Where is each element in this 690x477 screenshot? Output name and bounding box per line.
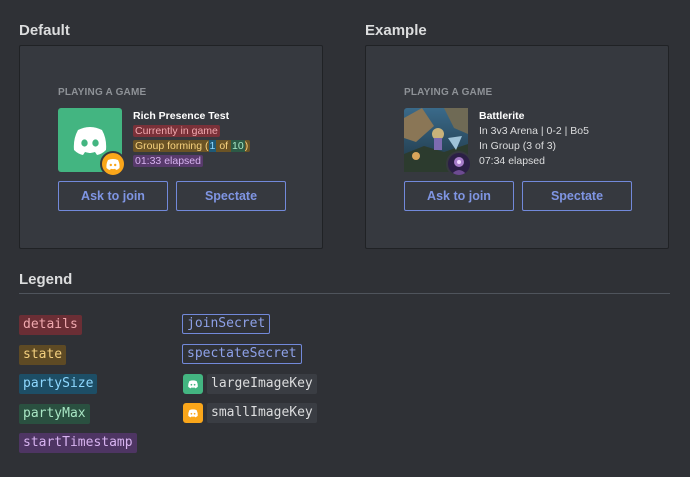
- legend-join-secret: joinSecret: [182, 314, 271, 334]
- character-portrait-icon: [448, 153, 470, 175]
- example-section-title: Example: [365, 22, 427, 39]
- game-name: Rich Presence Test: [133, 110, 230, 122]
- elapsed-text: 01:33 elapsed: [133, 155, 203, 167]
- legend-party-size: partySize: [19, 374, 98, 394]
- default-presence-card: PLAYING A GAME Rich Presence Test Curren…: [19, 45, 323, 249]
- discord-logo-icon: [188, 380, 198, 389]
- details-text: In 3v3 Arena | 0-2 | Bo5: [479, 125, 589, 137]
- small-image-swatch-icon: [183, 403, 203, 423]
- elapsed-text: 07:34 elapsed: [479, 155, 545, 167]
- legend-details: details: [19, 315, 82, 335]
- state-text: Group forming (1 of 10): [133, 140, 251, 152]
- party-size-text: 1: [208, 140, 217, 152]
- state-text: In Group (3 of 3): [479, 140, 557, 152]
- spectate-button[interactable]: Spectate: [522, 181, 632, 211]
- presence-text: Battlerite In 3v3 Arena | 0-2 | Bo5 In G…: [479, 109, 589, 169]
- small-image: [446, 151, 472, 177]
- legend-title: Legend: [19, 271, 73, 288]
- discord-logo-icon: [106, 159, 120, 170]
- legend-state: state: [19, 345, 67, 365]
- game-name: Battlerite: [479, 110, 525, 122]
- spectate-button[interactable]: Spectate: [176, 181, 286, 211]
- party-max-text: 10: [231, 140, 245, 152]
- large-image: [404, 108, 472, 177]
- small-image: [100, 151, 126, 177]
- presence-text: Rich Presence Test Currently in game Gro…: [133, 109, 251, 169]
- legend-large-image-key: largeImageKey: [207, 374, 317, 394]
- example-presence-card: PLAYING A GAME Battlerite In 3v3 Arena |…: [365, 45, 669, 249]
- details-text: Currently in game: [133, 125, 220, 137]
- ask-to-join-button[interactable]: Ask to join: [58, 181, 168, 211]
- legend-spectate-secret: spectateSecret: [182, 344, 302, 364]
- discord-logo-icon: [188, 409, 198, 418]
- playing-label: PLAYING A GAME: [58, 87, 147, 98]
- legend-party-max: partyMax: [19, 404, 90, 424]
- default-section-title: Default: [19, 22, 70, 39]
- large-image: [58, 108, 126, 177]
- ask-to-join-button[interactable]: Ask to join: [404, 181, 514, 211]
- legend-divider: [19, 293, 670, 294]
- legend-start-timestamp: startTimestamp: [19, 433, 137, 453]
- playing-label: PLAYING A GAME: [404, 87, 493, 98]
- legend-small-image-key: smallImageKey: [207, 403, 317, 423]
- large-image-swatch-icon: [183, 374, 203, 394]
